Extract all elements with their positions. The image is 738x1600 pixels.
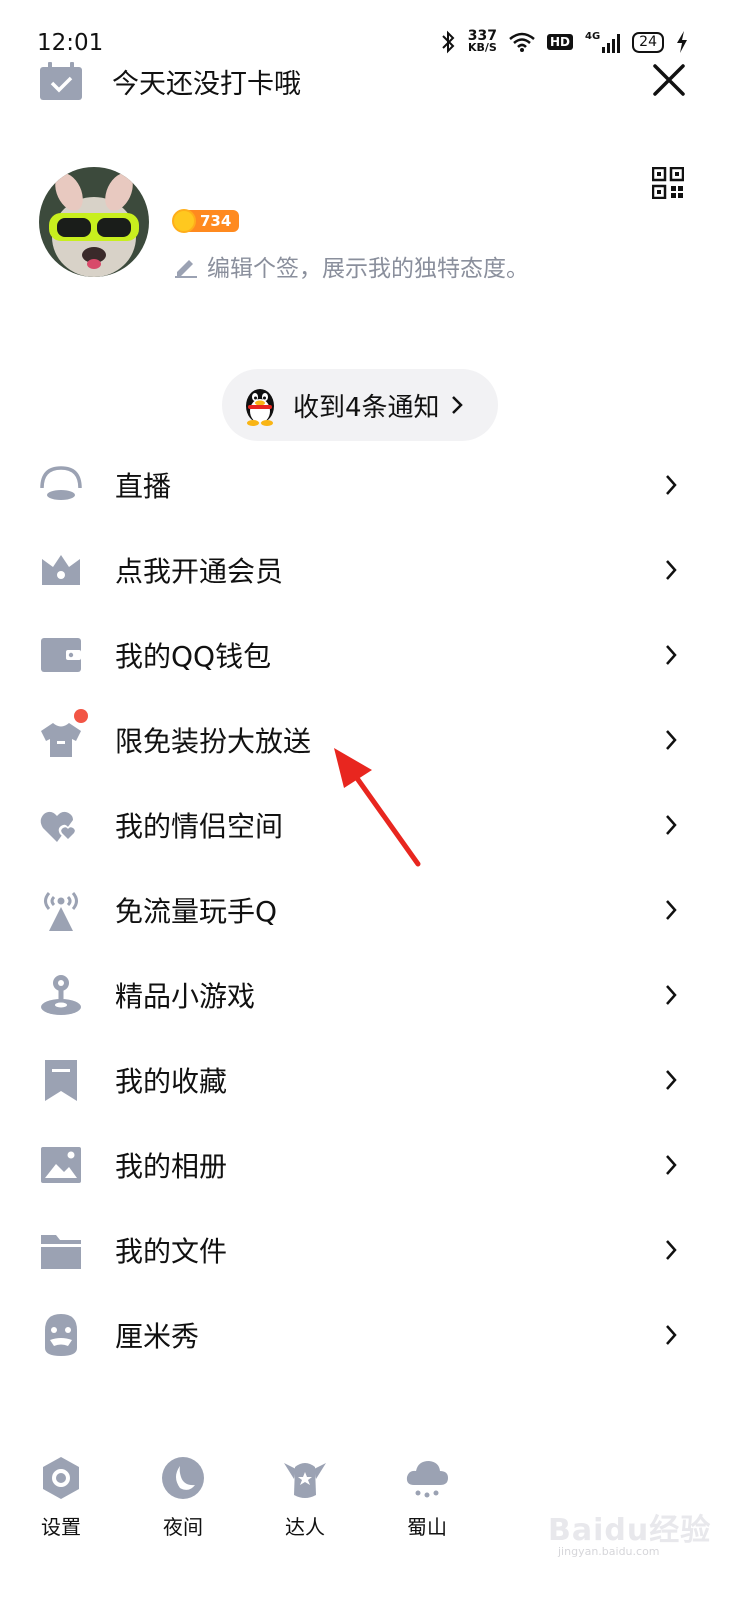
bottom-label: 设置	[41, 1515, 81, 1539]
charging-icon	[677, 31, 687, 53]
chevron-right-icon	[666, 1155, 677, 1175]
menu-item-live[interactable]: 直播	[0, 442, 738, 527]
watermark: Baidu经验	[548, 1513, 712, 1548]
menu-label: 限免装扮大放送	[115, 724, 312, 758]
bottom-item-settings[interactable]: 设置	[16, 1455, 106, 1540]
close-icon[interactable]	[651, 62, 687, 98]
photo-icon	[41, 1147, 81, 1183]
chevron-right-icon	[666, 1240, 677, 1260]
menu-label: 厘米秀	[115, 1319, 200, 1353]
menu-item-wallet[interactable]: 我的QQ钱包	[0, 612, 738, 697]
joystick-icon	[41, 975, 81, 1015]
hearts-icon	[40, 811, 78, 842]
tshirt-icon	[41, 723, 81, 757]
menu-label: 精品小游戏	[115, 979, 256, 1013]
bookmark-icon	[45, 1060, 77, 1101]
signal-icon: 4G	[585, 31, 621, 53]
expert-badge-icon	[284, 1463, 326, 1498]
chevron-right-icon	[666, 1070, 677, 1090]
new-badge-dot	[74, 709, 88, 723]
notification-pill[interactable]: 收到4条通知	[222, 369, 498, 441]
coin-icon	[172, 209, 196, 233]
menu-label: 我的QQ钱包	[115, 639, 272, 673]
chevron-right-icon	[451, 396, 463, 414]
menu-item-favorites[interactable]: 我的收藏	[0, 1037, 738, 1122]
level-badge[interactable]: 734	[172, 209, 240, 233]
calendar-checkin-icon[interactable]	[40, 62, 82, 100]
folder-icon	[41, 1235, 81, 1269]
bluetooth-icon	[442, 30, 455, 54]
network-speed: 337 KB/S	[467, 29, 497, 54]
menu-label: 直播	[115, 469, 172, 503]
chevron-right-icon	[666, 730, 677, 750]
chevron-right-icon	[666, 900, 677, 920]
notification-label: 收到4条通知	[293, 392, 440, 423]
signature-placeholder: 编辑个签，展示我的独特态度。	[207, 256, 529, 282]
status-icons: 337 KB/S HD 4G 24	[440, 29, 688, 54]
signal-tower-icon	[44, 892, 78, 931]
moon-icon	[162, 1457, 204, 1499]
bottom-label: 达人	[285, 1515, 325, 1539]
wallet-icon	[41, 638, 81, 672]
chevron-right-icon	[666, 560, 677, 580]
checkin-prompt[interactable]: 今天还没打卡哦	[112, 62, 301, 101]
menu-item-album[interactable]: 我的相册	[0, 1122, 738, 1207]
network-type: 4G	[585, 31, 601, 42]
hd-badge: HD	[546, 34, 573, 50]
bottom-item-expert[interactable]: 达人	[260, 1455, 350, 1540]
menu-label: 免流量玩手Q	[115, 894, 278, 928]
qq-penguin-icon	[246, 389, 274, 426]
chevron-right-icon	[666, 985, 677, 1005]
menu-label: 我的情侣空间	[115, 809, 284, 843]
settings-icon	[43, 1457, 79, 1499]
menu-item-cmshow[interactable]: 厘米秀	[0, 1292, 738, 1377]
annotation-arrow	[334, 748, 421, 867]
edit-pencil-icon	[175, 260, 197, 278]
avatar[interactable]	[39, 167, 149, 277]
live-icon	[40, 466, 82, 500]
menu-item-files[interactable]: 我的文件	[0, 1207, 738, 1292]
bottom-label: 蜀山	[407, 1515, 447, 1539]
menu-item-vip[interactable]: 点我开通会员	[0, 527, 738, 612]
bottom-item-night[interactable]: 夜间	[138, 1455, 228, 1540]
status-time: 12:01	[37, 30, 104, 56]
menu-label: 我的相册	[115, 1149, 228, 1183]
chevron-right-icon	[666, 815, 677, 835]
signature-field[interactable]: 编辑个签，展示我的独特态度。	[173, 249, 529, 283]
crown-icon	[42, 555, 80, 585]
wifi-icon	[509, 32, 535, 52]
menu-item-mini-games[interactable]: 精品小游戏	[0, 952, 738, 1037]
cmshow-face-icon	[45, 1314, 77, 1356]
bottom-label: 夜间	[163, 1515, 203, 1539]
menu-label: 点我开通会员	[115, 554, 284, 588]
menu-label: 我的文件	[115, 1234, 228, 1268]
cloud-icon	[406, 1461, 448, 1498]
chevron-right-icon	[666, 475, 677, 495]
menu-list: 直播 点我开通会员 我的QQ钱包 限免装扮大放送 我的情侣空间 免流量玩手Q 精…	[0, 442, 738, 1377]
chevron-right-icon	[666, 645, 677, 665]
net-speed-unit: KB/S	[467, 41, 497, 54]
battery-indicator: 24	[632, 31, 664, 53]
chevron-right-icon	[666, 1325, 677, 1345]
bottom-item-shushan[interactable]: 蜀山	[382, 1455, 472, 1540]
qr-code-icon[interactable]	[652, 167, 684, 199]
menu-label: 我的收藏	[115, 1064, 228, 1098]
watermark-url: jingyan.baidu.com	[558, 1545, 660, 1558]
